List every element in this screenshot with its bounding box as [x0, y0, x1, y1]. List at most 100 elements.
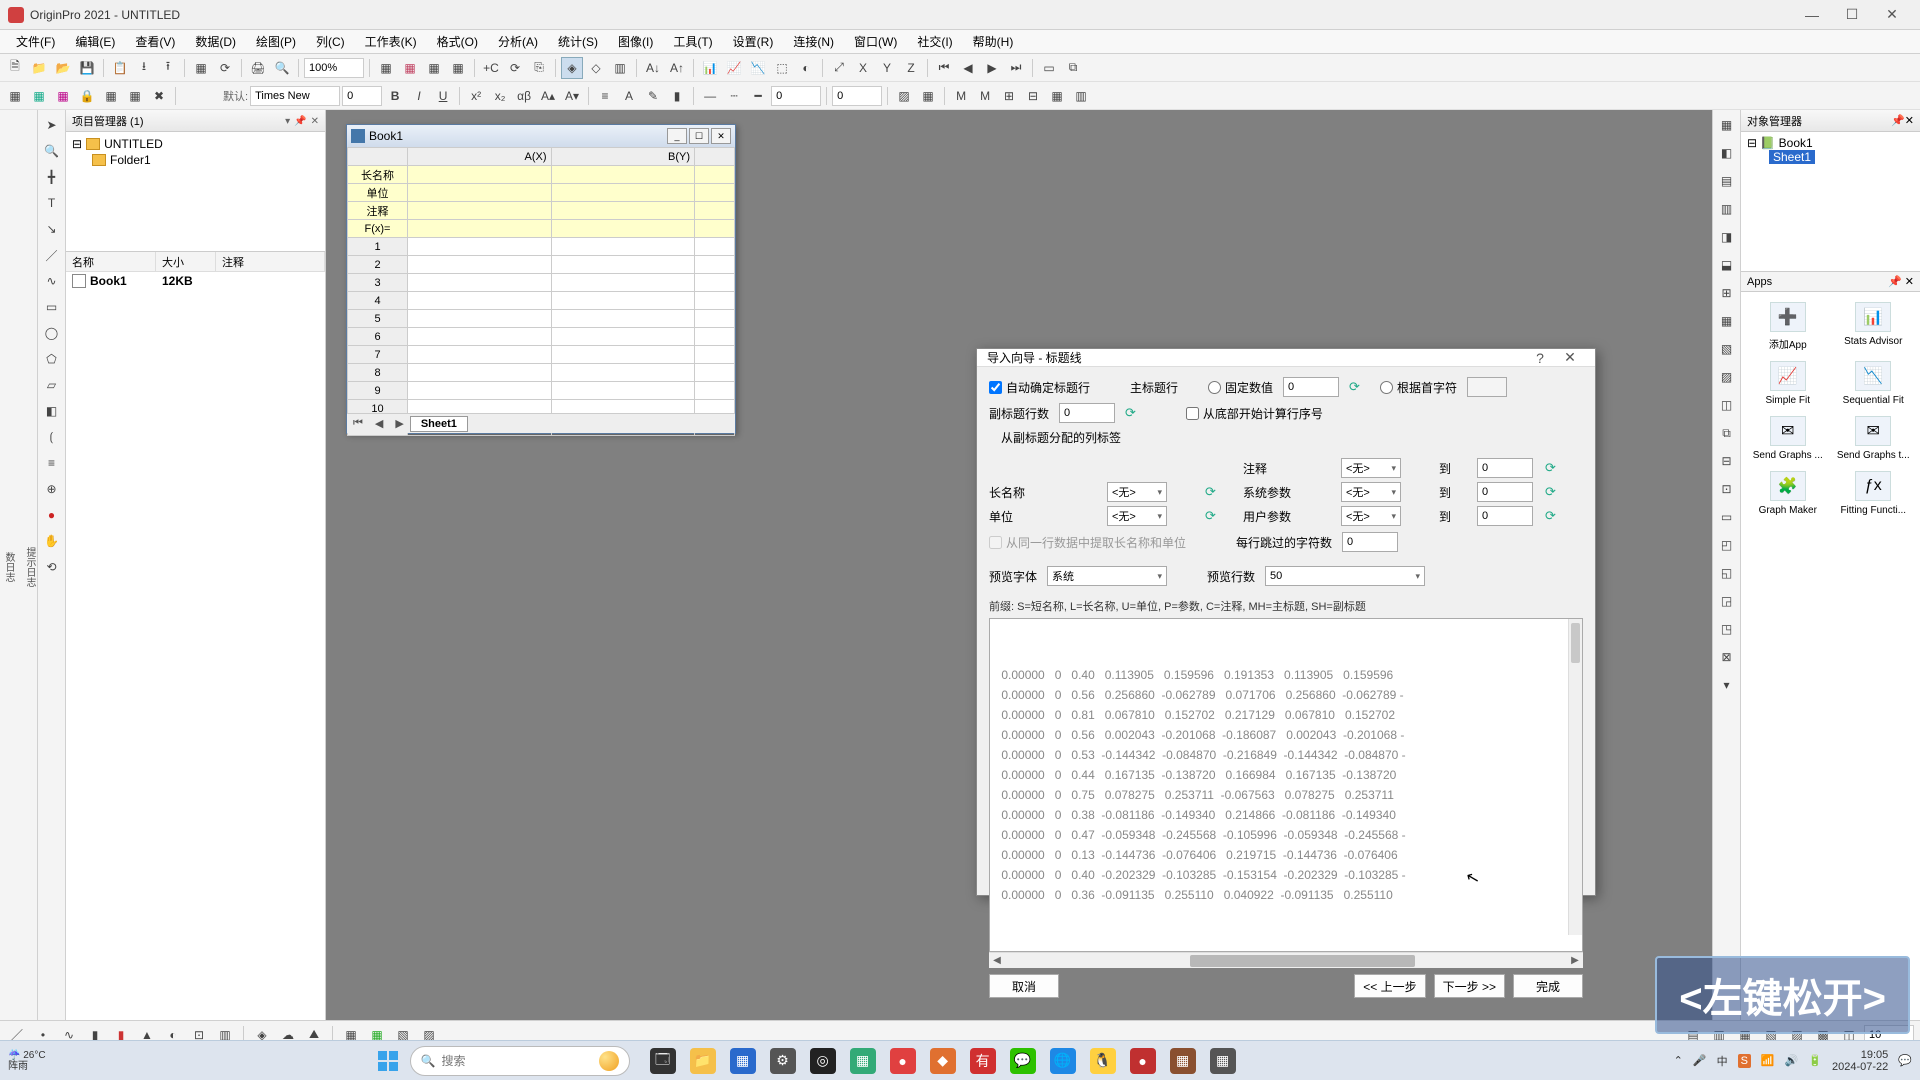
refresh-icon-6[interactable]: ⟳ [1205, 508, 1235, 524]
other-combo[interactable]: 0 [832, 86, 882, 106]
app-item[interactable]: ✉Send Graphs t... [1833, 416, 1915, 461]
bracket-tool-icon[interactable]: ⟮ [41, 426, 63, 448]
export-icon[interactable]: ⭱ [157, 57, 179, 79]
sys-param-to-input[interactable] [1477, 482, 1533, 502]
menu-worksheet[interactable]: 工作表(K) [355, 31, 427, 52]
wb-close-button[interactable]: ✕ [711, 128, 731, 144]
print-icon[interactable]: 🖨 [247, 57, 269, 79]
wb-maximize-button[interactable]: ☐ [689, 128, 709, 144]
menu-edit[interactable]: 编辑(E) [65, 31, 125, 52]
m6-icon[interactable]: ▥ [1070, 85, 1092, 107]
lock-icon[interactable]: 🔒 [76, 85, 98, 107]
superscript-icon[interactable]: x² [465, 85, 487, 107]
zoom-rect-icon[interactable]: 🔍 [41, 140, 63, 162]
hscroll-right-icon[interactable]: ▶ [1567, 955, 1583, 966]
decrease-font-icon[interactable]: A▾ [561, 85, 583, 107]
tray-battery-icon[interactable]: 🔋 [1808, 1054, 1822, 1067]
pe-close-icon[interactable]: ✕ [311, 116, 319, 127]
circle-tool-icon[interactable]: ◯ [41, 322, 63, 344]
tb-files-icon[interactable]: 📁 [690, 1048, 716, 1074]
om-book-node[interactable]: ⊟ 📗 Book1 [1747, 136, 1914, 150]
new-project-icon[interactable]: 🗎 [4, 57, 26, 79]
close-button[interactable]: ✕ [1872, 1, 1912, 29]
app-item[interactable]: ✉Send Graphs ... [1747, 416, 1829, 461]
underline-icon[interactable]: U [432, 85, 454, 107]
unit-combo[interactable]: <无> [1107, 506, 1167, 526]
m1-icon[interactable]: M [950, 85, 972, 107]
finish-button[interactable]: 完成 [1513, 974, 1583, 998]
tb-app5-icon[interactable]: 🐧 [1090, 1048, 1116, 1074]
new-wb-icon[interactable]: ▦ [4, 85, 26, 107]
align-tool-icon[interactable]: ≡ [41, 452, 63, 474]
refresh-icon-4[interactable]: ⟳ [1205, 484, 1235, 500]
line-width-combo[interactable]: 0 [771, 86, 821, 106]
rt-11-icon[interactable]: ◫ [1716, 394, 1738, 416]
rescale-icon[interactable]: ⤢ [828, 57, 850, 79]
pe-root-node[interactable]: ⊟UNTITLED [72, 136, 319, 152]
chart5-icon[interactable]: ◐ [795, 57, 817, 79]
rt-1-icon[interactable]: ▦ [1716, 114, 1738, 136]
menu-help[interactable]: 帮助(H) [963, 31, 1024, 52]
chart1-icon[interactable]: 📊 [699, 57, 721, 79]
rt-21-icon[interactable]: ▾ [1716, 674, 1738, 696]
font-size-combo[interactable]: 0 [342, 86, 382, 106]
batch-icon[interactable]: ▦ [190, 57, 212, 79]
label-messages[interactable]: 提示日志 [22, 547, 37, 587]
worksheet-grid[interactable]: A(X)B(Y) 长名称 单位 注释 F(x)= 1 2 3 4 5 6 7 8… [347, 147, 735, 436]
sort-asc-icon[interactable]: A↓ [642, 57, 664, 79]
menu-file[interactable]: 文件(F) [6, 31, 65, 52]
new-workbook-icon[interactable]: ▦ [375, 57, 397, 79]
rt-5-icon[interactable]: ◨ [1716, 226, 1738, 248]
pe-col-size[interactable]: 大小 [156, 252, 216, 271]
insert-tool-icon[interactable]: ⊕ [41, 478, 63, 500]
refresh-icon-1[interactable]: ⟳ [1349, 379, 1360, 395]
line-tool-icon[interactable]: ／ [41, 244, 63, 266]
pe-auto-hide-icon[interactable]: 📌 [294, 116, 306, 127]
user-param-to-input[interactable] [1477, 506, 1533, 526]
mask-tool-icon[interactable]: ● [41, 504, 63, 526]
menu-column[interactable]: 列(C) [306, 31, 355, 52]
theme-icon[interactable]: ▦ [124, 85, 146, 107]
rt-19-icon[interactable]: ◳ [1716, 618, 1738, 640]
sheet-nav-prev-icon[interactable]: ◀ [369, 417, 389, 430]
fixed-value-radio[interactable]: 固定数值 [1208, 379, 1273, 396]
tb-app1-icon[interactable]: ◎ [810, 1048, 836, 1074]
menu-social[interactable]: 社交(I) [907, 31, 962, 52]
app-item[interactable]: 🧩Graph Maker [1747, 471, 1829, 516]
dialog-help-button[interactable]: ? [1525, 350, 1555, 366]
tb-edge-icon[interactable]: 🌐 [1050, 1048, 1076, 1074]
tb-explorer-icon[interactable]: 🗔 [650, 1048, 676, 1074]
nav-last-icon[interactable]: ⏭ [1005, 57, 1027, 79]
rt-3-icon[interactable]: ▤ [1716, 170, 1738, 192]
preview-rows-combo[interactable]: 50 [1265, 566, 1425, 586]
pe-folder-node[interactable]: Folder1 [72, 152, 319, 168]
tb-calc-icon[interactable]: ▦ [850, 1048, 876, 1074]
text-tool-icon[interactable]: T [41, 192, 63, 214]
layer-icon[interactable]: ▭ [1038, 57, 1060, 79]
m4-icon[interactable]: ⊟ [1022, 85, 1044, 107]
pe-col-comment[interactable]: 注释 [216, 252, 325, 271]
menu-connectivity[interactable]: 连接(N) [783, 31, 844, 52]
tray-chevron-icon[interactable]: ⌃ [1674, 1054, 1683, 1067]
pe-pin-icon[interactable]: ▾ [285, 116, 290, 127]
tb-app3-icon[interactable]: ◆ [930, 1048, 956, 1074]
sub-header-rows-input[interactable] [1059, 403, 1115, 423]
taskbar-search[interactable]: 🔍 搜索 [410, 1046, 630, 1076]
nav-prev-icon[interactable]: ◀ [957, 57, 979, 79]
tray-ime[interactable]: 中 [1717, 1053, 1728, 1069]
pe-col-name[interactable]: 名称 [66, 252, 156, 271]
app-item[interactable]: ➕添加App [1747, 302, 1829, 351]
om-sheet-node[interactable]: Sheet1 [1769, 150, 1815, 164]
refresh-icon-3[interactable]: ⟳ [1545, 460, 1575, 476]
dialog-close-button[interactable]: ✕ [1555, 349, 1585, 366]
menu-window[interactable]: 窗口(W) [844, 31, 907, 52]
workbook-window[interactable]: Book1 _ ☐ ✕ A(X)B(Y) 长名称 单位 注释 F(x)= 1 2… [346, 124, 736, 434]
arrow-tool-icon[interactable]: ↘ [41, 218, 63, 240]
sys-param-combo[interactable]: <无> [1341, 482, 1401, 502]
maximize-button[interactable]: ☐ [1832, 1, 1872, 29]
rect-tool-icon[interactable]: ▭ [41, 296, 63, 318]
apps-pin-icon[interactable]: 📌 [1888, 276, 1902, 288]
auto-detect-checkbox[interactable]: 自动确定标题行 [989, 379, 1090, 396]
data-reader-icon[interactable]: ◈ [561, 57, 583, 79]
tray-sogou-icon[interactable]: S [1738, 1054, 1751, 1068]
